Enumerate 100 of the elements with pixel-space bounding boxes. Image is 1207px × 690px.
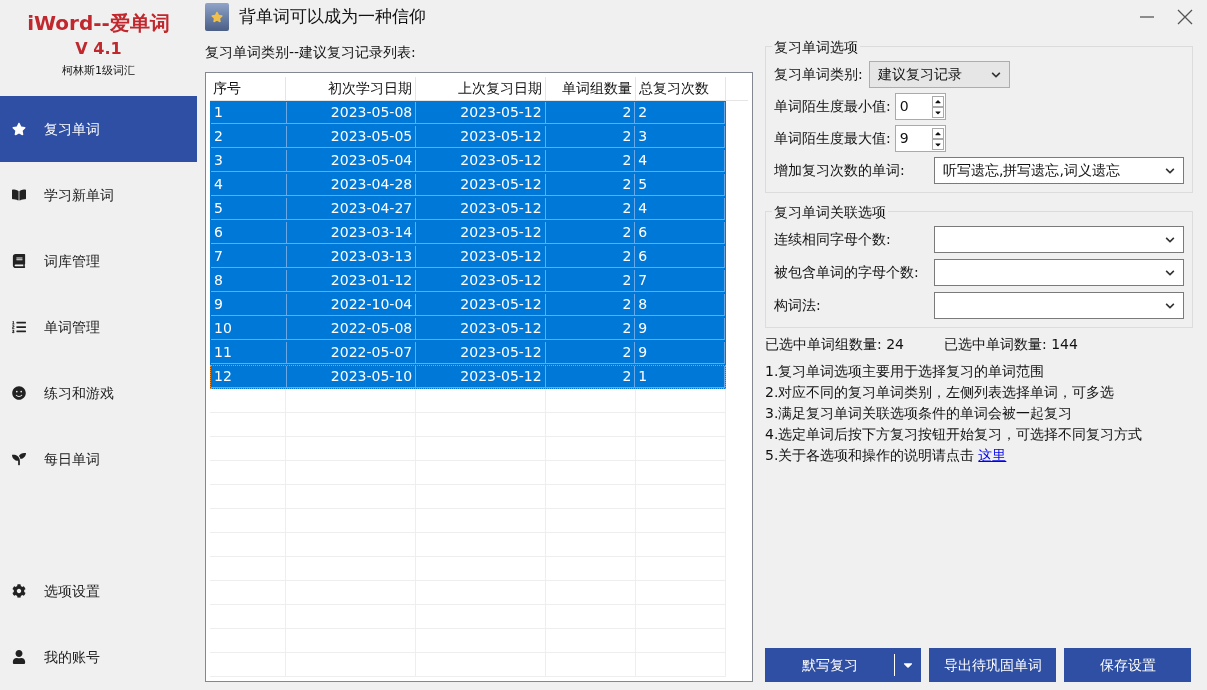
table-cell: 4 [635, 150, 725, 172]
note-text: 4.选定单词后按下方复习按钮开始复习，可选择不同复习方式 [765, 425, 1144, 444]
table-cell: 2023-05-04 [286, 150, 417, 172]
number-spinner[interactable]: 0 [894, 93, 946, 120]
table-row[interactable]: 8 2023-01-12 2023-05-12 2 7 [210, 269, 726, 293]
table-cell: 9 [211, 294, 287, 316]
list-caption: 复习单词类别--建议复习记录列表: [205, 43, 417, 62]
sidebar-item[interactable]: 复习单词 [0, 96, 197, 162]
table-cell: 2023-05-12 [416, 270, 546, 292]
table-cell: 2 [635, 102, 725, 124]
book-icon [12, 254, 26, 268]
table-row[interactable]: 11 2022-05-07 2023-05-12 2 9 [210, 341, 726, 365]
table-cell: 5 [211, 198, 287, 220]
table-row[interactable]: 1 2023-05-08 2023-05-12 2 2 [210, 101, 726, 125]
table-cell: 2023-04-27 [286, 198, 417, 220]
field-label: 单词陌生度最小值: [774, 97, 891, 116]
close-icon[interactable] [1177, 9, 1193, 25]
sprout-icon [12, 452, 26, 466]
words-dropdown[interactable]: 听写遗忘,拼写遗忘,词义遗忘 [934, 157, 1184, 184]
number-spinner[interactable]: 9 [894, 125, 946, 152]
note-text: 2.对应不同的复习单词类别，左侧列表选择单词，可多选 [765, 383, 1116, 402]
field-label: 被包含单词的字母个数: [774, 263, 919, 282]
table-row[interactable]: 12 2023-05-10 2023-05-12 2 1 [210, 365, 726, 389]
table-cell: 2 [545, 174, 636, 196]
option-dropdown[interactable] [934, 259, 1184, 286]
table-cell: 1 [211, 102, 287, 124]
table-cell: 5 [635, 174, 725, 196]
table-cell: 2 [545, 342, 636, 364]
window-title: 背单词可以成为一种信仰 [239, 5, 426, 29]
chevron-icon [1165, 234, 1175, 245]
column-header[interactable]: 初次学习日期 [286, 77, 416, 100]
sidebar-item[interactable]: 学习新单词 [0, 162, 197, 228]
table-cell: 2023-05-12 [416, 294, 546, 316]
category-dropdown[interactable]: 建议复习记录 [868, 61, 1010, 88]
table-cell: 8 [635, 294, 725, 316]
sidebar-item[interactable]: 词库管理 [0, 228, 197, 294]
chevron-icon [1165, 300, 1175, 311]
sidebar-item[interactable]: 选项设置 [0, 558, 197, 624]
review-split-button[interactable]: 默写复习 [765, 648, 921, 682]
app-version: V 4.1 [75, 38, 122, 60]
table-cell: 2 [545, 366, 636, 388]
table-cell: 4 [211, 174, 287, 196]
chevron-icon [990, 69, 1001, 80]
table-row[interactable]: 5 2023-04-27 2023-05-12 2 4 [210, 197, 726, 221]
table-cell: 7 [211, 246, 287, 268]
save-button[interactable]: 保存设置 [1064, 648, 1191, 682]
table-cell: 2 [545, 222, 636, 244]
column-header[interactable]: 单词组数量 [546, 77, 636, 100]
table-cell: 10 [211, 318, 287, 340]
table-row[interactable]: 9 2022-10-04 2023-05-12 2 8 [210, 293, 726, 317]
help-link[interactable]: 这里 [978, 445, 1007, 466]
option-dropdown[interactable] [934, 226, 1184, 253]
table-row[interactable]: 3 2023-05-04 2023-05-12 2 4 [210, 149, 726, 173]
table-row[interactable]: 10 2022-05-08 2023-05-12 2 9 [210, 317, 726, 341]
table-cell: 2022-10-04 [286, 294, 417, 316]
column-header[interactable]: 序号 [210, 77, 286, 100]
sidebar-item[interactable]: 单词管理 [0, 294, 197, 360]
table-cell: 2023-03-14 [286, 222, 417, 244]
table-cell: 2023-05-12 [416, 150, 546, 172]
table-cell: 1 [635, 366, 725, 388]
app-icon [205, 3, 229, 31]
table-cell: 2023-05-12 [416, 126, 546, 148]
table-cell: 9 [635, 318, 725, 340]
table-row[interactable]: 6 2023-03-14 2023-05-12 2 6 [210, 221, 726, 245]
option-dropdown[interactable] [934, 292, 1184, 319]
table-cell: 12 [211, 366, 287, 388]
sidebar-item[interactable]: 练习和游戏 [0, 360, 197, 426]
table-row[interactable]: 2 2023-05-05 2023-05-12 2 3 [210, 125, 726, 149]
table-cell: 2023-05-12 [416, 102, 546, 124]
export-button[interactable]: 导出待巩固单词 [929, 648, 1056, 682]
table-cell: 2023-05-12 [416, 246, 546, 268]
table-cell: 2 [211, 126, 287, 148]
settings-icon [12, 584, 26, 598]
table-cell: 2022-05-07 [286, 342, 417, 364]
field-label: 增加复习次数的单词: [774, 161, 905, 180]
table-row[interactable]: 4 2023-04-28 2023-05-12 2 5 [210, 173, 726, 197]
table-cell: 2022-05-08 [286, 318, 417, 340]
table-cell: 2023-05-12 [416, 174, 546, 196]
list-icon [12, 320, 26, 334]
table-cell: 2 [545, 270, 636, 292]
table-cell: 2023-05-12 [416, 318, 546, 340]
table-cell: 2023-03-13 [286, 246, 417, 268]
table-cell: 3 [211, 150, 287, 172]
column-header[interactable]: 上次复习日期 [416, 77, 546, 100]
table-cell: 2 [545, 102, 636, 124]
star-icon [12, 122, 26, 136]
smiley-icon [12, 386, 26, 400]
table-cell: 3 [635, 126, 725, 148]
note-text: 3.满足复习单词关联选项条件的单词会被一起复习 [765, 404, 1074, 423]
column-header[interactable]: 总复习次数 [636, 77, 726, 100]
table-cell: 2023-01-12 [286, 270, 417, 292]
table-row[interactable]: 7 2023-03-13 2023-05-12 2 6 [210, 245, 726, 269]
sidebar-item[interactable]: 每日单词 [0, 426, 197, 492]
sidebar-item[interactable]: 我的账号 [0, 624, 197, 690]
table-cell: 6 [211, 222, 287, 244]
vocabulary-label: 柯林斯1级词汇 [62, 63, 135, 79]
table-cell: 2 [545, 126, 636, 148]
table-cell: 2 [545, 294, 636, 316]
table-cell: 9 [635, 342, 725, 364]
table-cell: 2023-05-12 [416, 366, 546, 388]
